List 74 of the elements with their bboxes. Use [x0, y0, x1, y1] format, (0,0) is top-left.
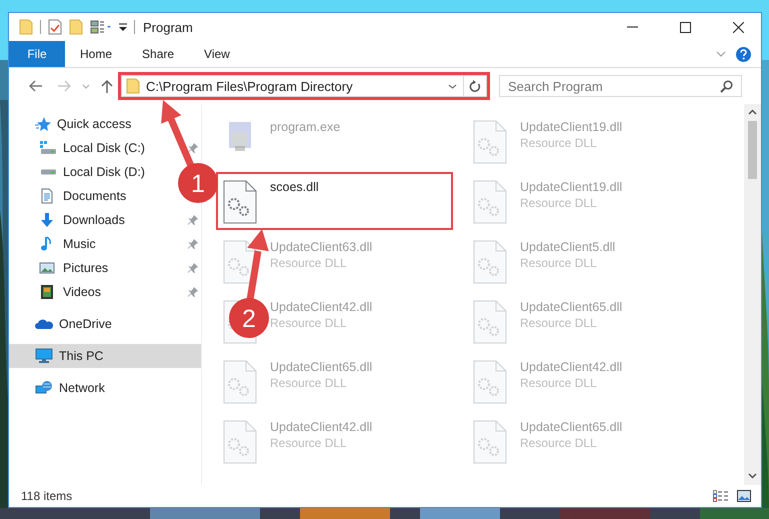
window-title: Program	[143, 20, 193, 34]
file-type: Resource DLL	[270, 376, 348, 390]
star-icon	[35, 116, 51, 132]
scroll-up-icon[interactable]	[748, 109, 757, 115]
nav-item[interactable]: Network	[9, 376, 201, 400]
nav-item[interactable]: Local Disk (C:)	[63, 141, 145, 155]
nav-item[interactable]: Documents	[63, 189, 126, 203]
settings-file-icon	[223, 180, 257, 224]
file-type: Resource DLL	[270, 316, 348, 330]
file-type: Resource DLL	[270, 256, 348, 270]
settings-file-icon	[473, 120, 507, 164]
dropdown-caret-icon[interactable]	[448, 84, 457, 88]
nav-item[interactable]: Quick access	[9, 112, 201, 136]
file-type: Resource DLL	[520, 196, 598, 210]
maximize-icon	[680, 22, 690, 32]
scrollbar-thumb[interactable]	[748, 121, 757, 179]
settings-file-icon	[473, 420, 507, 464]
details-view-icon[interactable]	[713, 490, 729, 502]
pin-icon[interactable]	[187, 142, 199, 154]
settings-file-icon	[473, 180, 507, 224]
minimize-icon	[626, 26, 638, 28]
nav-item[interactable]: Pictures	[63, 261, 108, 275]
caret-icon[interactable]	[119, 22, 127, 32]
recent-caret-icon[interactable]	[82, 84, 90, 88]
scrollbar[interactable]	[744, 104, 761, 485]
file-name[interactable]: scoes.dll	[270, 180, 319, 194]
properties-icon[interactable]	[48, 19, 62, 35]
pin-icon[interactable]	[187, 286, 199, 298]
settings-file-icon	[473, 240, 507, 284]
pin-icon[interactable]	[187, 214, 199, 226]
scroll-down-icon[interactable]	[748, 473, 757, 479]
refresh-icon	[469, 80, 481, 92]
document-icon	[39, 188, 55, 204]
file-type: Resource DLL	[520, 316, 598, 330]
picture-icon	[39, 260, 55, 276]
drive-icon	[39, 140, 57, 156]
callout-number: 1	[178, 163, 218, 203]
film-icon	[39, 284, 55, 300]
help-icon[interactable]	[736, 46, 751, 62]
network-icon	[35, 380, 53, 396]
address-bar[interactable]: C:\Program Files\Program Directory	[121, 75, 487, 97]
pin-icon[interactable]	[187, 238, 199, 250]
settings-file-icon	[473, 360, 507, 404]
down-arrow-icon	[39, 212, 55, 228]
file-type: Resource DLL	[520, 256, 598, 270]
back-arrow-icon[interactable]	[29, 80, 43, 92]
callout-number: 2	[229, 298, 269, 338]
close-icon	[732, 22, 744, 32]
pin-icon[interactable]	[187, 262, 199, 274]
item-count: 118 items	[21, 489, 72, 503]
drive-icon	[39, 169, 57, 175]
file-type: Resource DLL	[520, 136, 598, 150]
nav-item[interactable]: Videos	[63, 285, 101, 299]
settings-file-icon	[223, 420, 257, 464]
ribbon-tab[interactable]: Home	[65, 41, 128, 67]
view-icon[interactable]	[90, 20, 112, 34]
nav-item[interactable]: Downloads	[63, 213, 125, 227]
thumbnail-view-icon[interactable]	[737, 490, 751, 502]
file-type: Resource DLL	[520, 376, 598, 390]
nav-item[interactable]: This PC	[9, 344, 201, 368]
nav-item[interactable]: Music	[63, 237, 96, 251]
ribbon-tab[interactable]: Share	[127, 41, 190, 67]
expand-ribbon-icon[interactable]	[716, 51, 726, 57]
settings-file-icon	[223, 360, 257, 404]
nav-item[interactable]: OneDrive	[9, 312, 201, 336]
nav-item[interactable]: Local Disk (D:)	[63, 165, 145, 179]
settings-file-icon	[473, 300, 507, 344]
ribbon-tab[interactable]: View	[189, 41, 245, 67]
file-type: Resource DLL	[270, 436, 348, 450]
search-field[interactable]: Search Program	[499, 75, 742, 97]
monitor-icon	[35, 348, 53, 364]
search-icon[interactable]	[720, 80, 733, 93]
file-type: Resource DLL	[520, 436, 598, 450]
up-arrow-icon[interactable]	[101, 79, 113, 93]
